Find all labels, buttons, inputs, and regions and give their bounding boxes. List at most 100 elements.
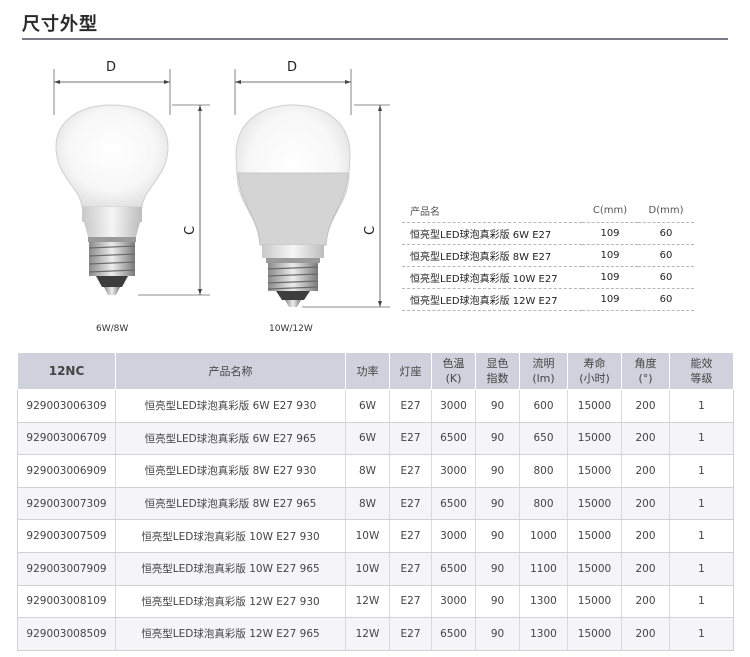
- cell-angle: 200: [621, 422, 670, 456]
- table-cell: 109: [582, 244, 638, 267]
- cell-lumen: 1300: [519, 585, 568, 619]
- cell-12nc: 929003007309: [17, 487, 116, 521]
- cell-lifetime: 15000: [567, 389, 622, 423]
- bulb-dimension-diagram: D D C C 6W/8W 10W/12W: [40, 55, 390, 345]
- cell-lifetime: 15000: [567, 454, 622, 488]
- table-row: 929003006709 恒亮型LED球泡真彩版 6W E27 965 6W E27 6…: [17, 422, 734, 456]
- table-row: 恒亮型LED球泡真彩版 12W E27 109 60: [402, 288, 694, 311]
- column-header-color-temp: 色温 (K): [431, 352, 476, 390]
- bulb-6w-8w-drawing: [53, 69, 210, 296]
- cell-cri: 90: [475, 519, 520, 553]
- cell-lifetime: 15000: [567, 487, 622, 521]
- table-row: 恒亮型LED球泡真彩版 8W E27 109 60: [402, 244, 694, 267]
- cell-angle: 200: [621, 585, 670, 619]
- cell-efficiency: 1: [669, 487, 734, 521]
- cell-socket: E27: [389, 454, 432, 488]
- dimension-table: 产品名 C(mm) D(mm) 恒亮型LED球泡真彩版 6W E27 109 6…: [402, 200, 694, 311]
- column-header: D(mm): [638, 200, 694, 223]
- title-divider: [22, 38, 728, 40]
- column-header-lumen: 流明 (lm): [519, 352, 568, 390]
- column-header-angle: 角度 (°): [621, 352, 670, 390]
- cell-socket: E27: [389, 519, 432, 553]
- cell-cri: 90: [475, 585, 520, 619]
- table-row: 恒亮型LED球泡真彩版 6W E27 109 60: [402, 222, 694, 245]
- cell-product-name: 恒亮型LED球泡真彩版 6W E27 930: [115, 389, 346, 423]
- cell-color-temp: 6500: [431, 617, 476, 651]
- spec-table-header: 12NC 产品名称 功率 灯座 色温 (K) 显色 指数 流明 (lm) 寿命 (小时)…: [17, 352, 734, 390]
- bulb-caption-10w-12w: 10W/12W: [269, 324, 313, 334]
- cell-lumen: 1100: [519, 552, 568, 586]
- cell-lifetime: 15000: [567, 422, 622, 456]
- cell-12nc: 929003006709: [17, 422, 116, 456]
- dimension-d-label-2: D: [287, 60, 298, 75]
- cell-color-temp: 3000: [431, 519, 476, 553]
- cell-product-name: 恒亮型LED球泡真彩版 10W E27 965: [115, 552, 346, 586]
- cell-angle: 200: [621, 389, 670, 423]
- cell-power: 8W: [345, 487, 390, 521]
- table-cell: 60: [638, 244, 694, 267]
- cell-efficiency: 1: [669, 422, 734, 456]
- cell-power: 12W: [345, 617, 390, 651]
- column-header-cri: 显色 指数: [475, 352, 520, 390]
- dimension-c-label-1: C: [183, 225, 199, 236]
- table-row: 929003007509 恒亮型LED球泡真彩版 10W E27 930 10W E2…: [17, 519, 734, 553]
- table-row: 929003007909 恒亮型LED球泡真彩版 10W E27 965 10W E2…: [17, 552, 734, 586]
- column-header-product-name: 产品名称: [115, 352, 346, 390]
- cell-cri: 90: [475, 389, 520, 423]
- table-cell: 60: [638, 266, 694, 289]
- cell-product-name: 恒亮型LED球泡真彩版 12W E27 930: [115, 585, 346, 619]
- cell-12nc: 929003007509: [17, 519, 116, 553]
- table-cell: 109: [582, 266, 638, 289]
- cell-cri: 90: [475, 454, 520, 488]
- cell-product-name: 恒亮型LED球泡真彩版 8W E27 930: [115, 454, 346, 488]
- cell-power: 10W: [345, 519, 390, 553]
- cell-lumen: 1000: [519, 519, 568, 553]
- table-row: 929003006909 恒亮型LED球泡真彩版 8W E27 930 8W E27 3…: [17, 454, 734, 488]
- dimension-table-header: 产品名 C(mm) D(mm): [402, 200, 694, 223]
- cell-power: 6W: [345, 422, 390, 456]
- cell-efficiency: 1: [669, 617, 734, 651]
- cell-color-temp: 3000: [431, 454, 476, 488]
- table-row: 929003006309 恒亮型LED球泡真彩版 6W E27 930 6W E27 3…: [17, 389, 734, 423]
- cell-color-temp: 6500: [431, 552, 476, 586]
- cell-socket: E27: [389, 487, 432, 521]
- cell-power: 12W: [345, 585, 390, 619]
- cell-12nc: 929003006909: [17, 454, 116, 488]
- cell-power: 6W: [345, 389, 390, 423]
- table-cell: 恒亮型LED球泡真彩版 12W E27: [402, 288, 582, 311]
- bulb-drawings: [53, 69, 390, 308]
- cell-lumen: 650: [519, 422, 568, 456]
- spec-table-body: 929003006309 恒亮型LED球泡真彩版 6W E27 930 6W E27 3…: [17, 389, 734, 651]
- table-row: 恒亮型LED球泡真彩版 10W E27 109 60: [402, 266, 694, 289]
- cell-angle: 200: [621, 519, 670, 553]
- cell-12nc: 929003006309: [17, 389, 116, 423]
- column-header-socket: 灯座: [389, 352, 432, 390]
- column-header-12nc: 12NC: [17, 352, 116, 390]
- section-title: 尺寸外型: [22, 14, 98, 35]
- cell-lumen: 800: [519, 487, 568, 521]
- dimension-d-label-1: D: [106, 60, 117, 75]
- cell-lumen: 800: [519, 454, 568, 488]
- cell-power: 10W: [345, 552, 390, 586]
- cell-12nc: 929003008109: [17, 585, 116, 619]
- cell-product-name: 恒亮型LED球泡真彩版 6W E27 965: [115, 422, 346, 456]
- cell-color-temp: 6500: [431, 422, 476, 456]
- cell-lumen: 1300: [519, 617, 568, 651]
- column-header-efficiency: 能效 等级: [669, 352, 734, 390]
- cell-lifetime: 15000: [567, 585, 622, 619]
- table-cell: 恒亮型LED球泡真彩版 8W E27: [402, 244, 582, 267]
- table-row: 929003008109 恒亮型LED球泡真彩版 12W E27 930 12W E2…: [17, 585, 734, 619]
- cell-efficiency: 1: [669, 389, 734, 423]
- cell-efficiency: 1: [669, 519, 734, 553]
- table-row: 929003008509 恒亮型LED球泡真彩版 12W E27 965 12W E2…: [17, 617, 734, 651]
- column-header: C(mm): [582, 200, 638, 223]
- cell-cri: 90: [475, 487, 520, 521]
- bulb-10w-12w-drawing: [234, 69, 390, 308]
- cell-efficiency: 1: [669, 552, 734, 586]
- cell-socket: E27: [389, 617, 432, 651]
- cell-cri: 90: [475, 617, 520, 651]
- cell-angle: 200: [621, 552, 670, 586]
- cell-12nc: 929003007909: [17, 552, 116, 586]
- column-header-lifetime: 寿命 (小时): [567, 352, 622, 390]
- cell-angle: 200: [621, 487, 670, 521]
